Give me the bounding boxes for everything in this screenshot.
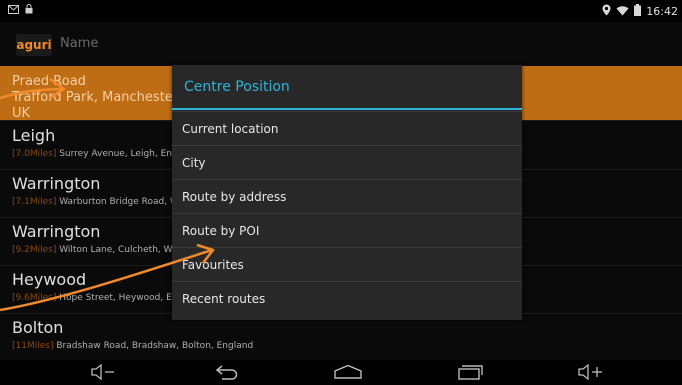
page-frame: 16:42 aguri Name Praed Road Trafford Par… [0, 0, 682, 385]
status-left [8, 4, 33, 17]
list-item-subtitle: [7.0Miles] Surrey Avenue, Leigh, Eng [12, 149, 178, 159]
home-icon[interactable] [333, 364, 363, 384]
status-time: 16:42 [646, 5, 678, 18]
list-item-title: Bolton [12, 318, 64, 337]
list-item-subtitle: [9.6Miles] Hope Street, Heywood, En [12, 293, 178, 303]
option-route-by-address[interactable]: Route by address [172, 179, 522, 213]
lock-icon [25, 4, 33, 17]
list-item-line3: UK [12, 106, 31, 121]
mail-icon [8, 4, 19, 17]
dialog-title-divider [172, 108, 522, 110]
volume-up-icon[interactable] [577, 363, 605, 384]
centre-position-dialog: Centre Position Current location City Ro… [172, 65, 522, 320]
option-label: Route by POI [182, 224, 260, 238]
wifi-icon [616, 5, 629, 19]
list-item-title: Praed Road [12, 74, 86, 89]
address-label: Bradshaw Road, Bradshaw, Bolton, England [56, 341, 254, 351]
option-label: Recent routes [182, 292, 266, 306]
navigation-bar [0, 360, 682, 385]
list-item-title: Warrington [12, 222, 101, 241]
option-label: Current location [182, 122, 279, 136]
address-label: Wilton Lane, Culcheth, W [59, 245, 173, 255]
list-item-line2: Trafford Park, Manchester [12, 90, 179, 105]
list-item-title: Heywood [12, 270, 87, 289]
address-label: Hope Street, Heywood, En [59, 293, 178, 303]
option-label: Route by address [182, 190, 287, 204]
option-label: Favourites [182, 258, 244, 272]
list-item-title: Leigh [12, 126, 56, 145]
list-item[interactable]: Bolton [11Miles] Bradshaw Road, Bradshaw… [0, 314, 682, 360]
option-current-location[interactable]: Current location [172, 111, 522, 145]
option-favourites[interactable]: Favourites [172, 247, 522, 281]
option-label: City [182, 156, 206, 170]
distance-label: [9.6Miles] [12, 293, 57, 303]
option-city[interactable]: City [172, 145, 522, 179]
distance-label: [9.2Miles] [12, 245, 57, 255]
location-icon [602, 4, 611, 19]
list-item-subtitle: [9.2Miles] Wilton Lane, Culcheth, W [12, 245, 173, 255]
back-icon[interactable] [214, 364, 240, 384]
app-header: aguri Name [0, 28, 682, 60]
app-logo: aguri [16, 34, 52, 56]
list-item-subtitle: [7.1Miles] Warburton Bridge Road, W [12, 197, 179, 207]
sort-label[interactable]: Name [60, 36, 98, 51]
list-item-subtitle: [11Miles] Bradshaw Road, Bradshaw, Bolto… [12, 341, 253, 351]
distance-label: [7.1Miles] [12, 197, 57, 207]
device-screen: 16:42 aguri Name Praed Road Trafford Par… [0, 0, 682, 360]
option-recent-routes[interactable]: Recent routes [172, 281, 522, 315]
address-label: Warburton Bridge Road, W [59, 197, 179, 207]
status-bar: 16:42 [0, 0, 682, 22]
volume-down-icon[interactable] [90, 363, 116, 384]
recent-apps-icon[interactable] [456, 364, 484, 384]
status-right: 16:42 [602, 4, 678, 19]
dialog-title: Centre Position [184, 79, 290, 95]
option-route-by-poi[interactable]: Route by POI [172, 213, 522, 247]
address-label: Surrey Avenue, Leigh, Eng [59, 149, 178, 159]
distance-label: [11Miles] [12, 341, 54, 351]
battery-icon [634, 4, 642, 19]
distance-label: [7.0Miles] [12, 149, 57, 159]
list-item-title: Warrington [12, 174, 101, 193]
